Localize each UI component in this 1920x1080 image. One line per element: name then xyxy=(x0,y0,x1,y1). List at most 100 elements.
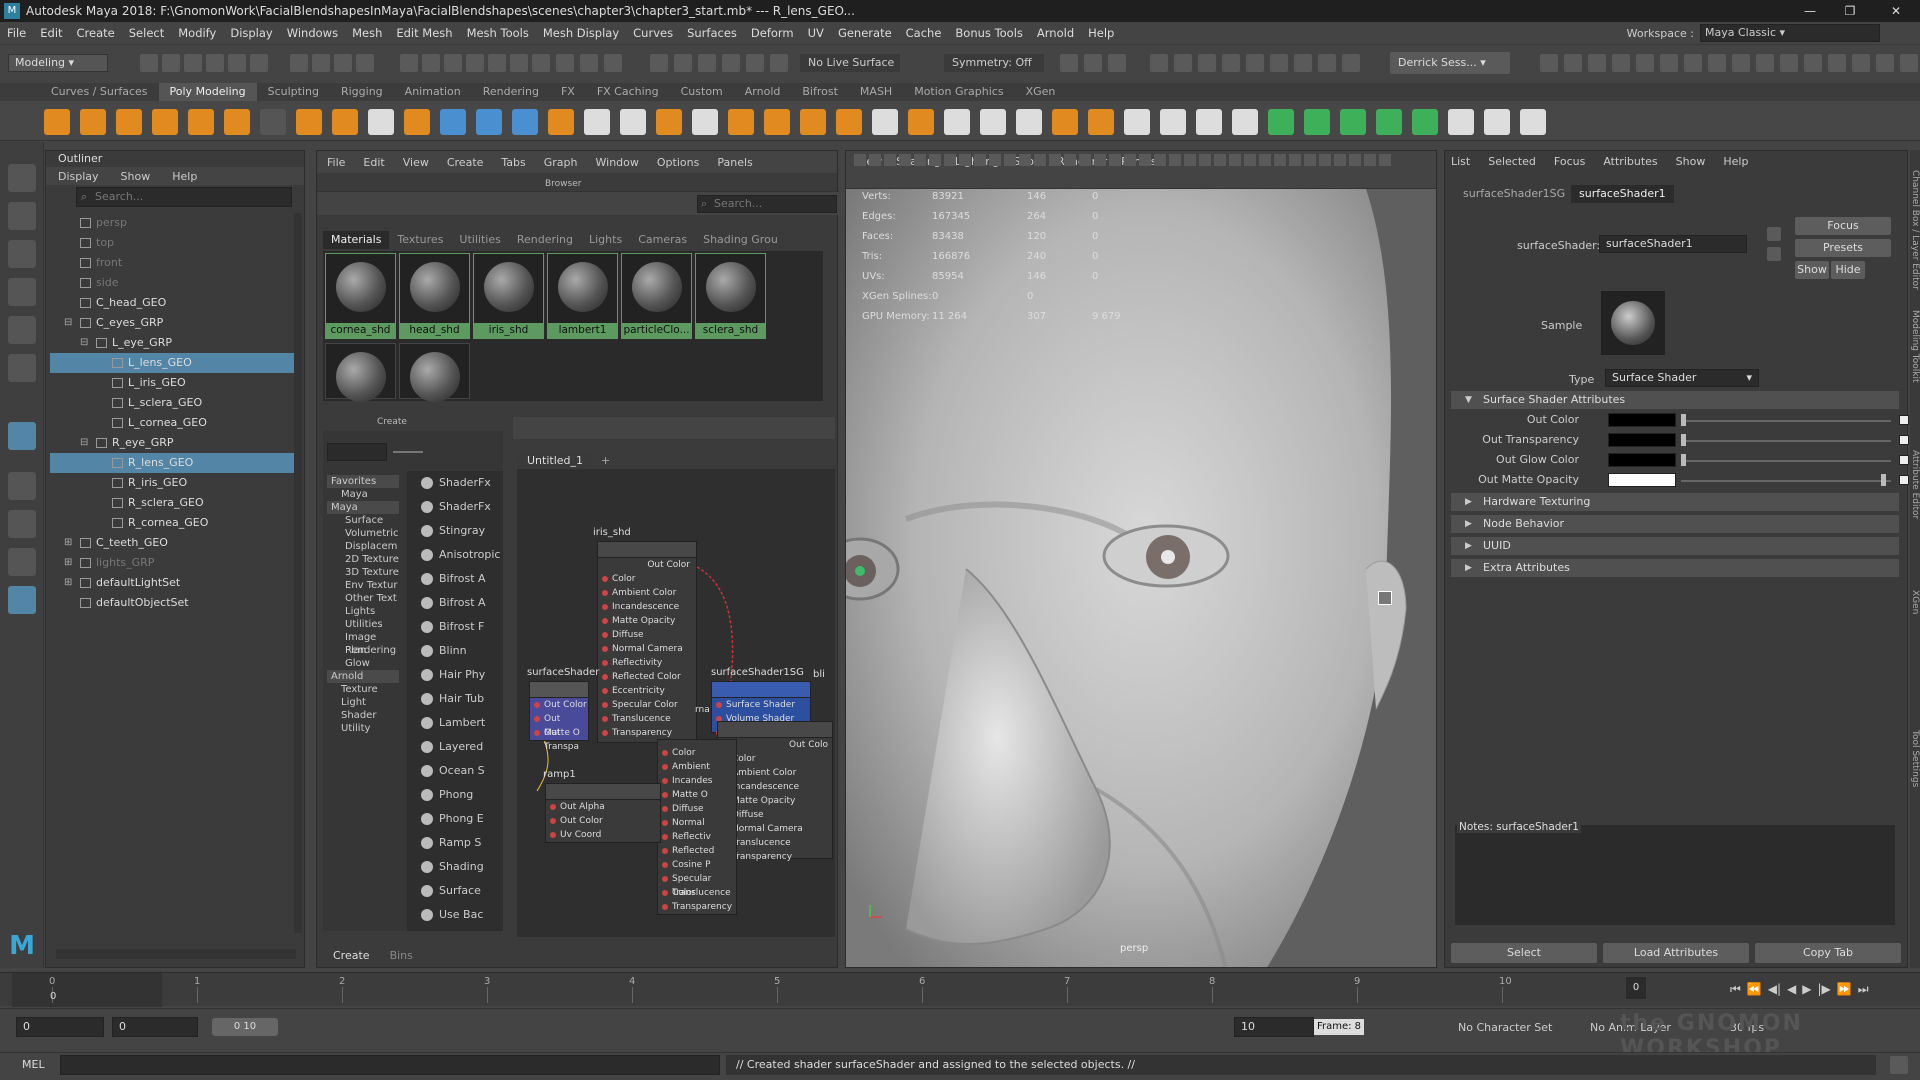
attr-slider-track[interactable] xyxy=(1681,440,1891,442)
focus-input-icon[interactable] xyxy=(1767,227,1781,241)
shelf-tool-icon[interactable] xyxy=(476,109,502,135)
node-attr-transparency[interactable]: Transparency xyxy=(658,900,736,914)
side-tab-tool-settings[interactable]: Tool Settings xyxy=(1908,730,1920,850)
shelf-tool-icon[interactable] xyxy=(188,109,214,135)
create-item-shaderfx[interactable]: ShaderFx xyxy=(421,495,491,519)
create-item-ocean-s[interactable]: Ocean S xyxy=(421,759,485,783)
shelf-tool-icon[interactable] xyxy=(800,109,826,135)
presets-button[interactable]: Presets xyxy=(1795,239,1891,257)
icon-size-slider[interactable] xyxy=(393,451,423,453)
status-tool-icon[interactable] xyxy=(228,54,246,72)
outliner-item-r-eye-grp[interactable]: ⊟ R_eye_GRP xyxy=(50,433,294,453)
viewport-tool-icon[interactable] xyxy=(1274,154,1286,166)
range-slider-handle[interactable]: 0 10 xyxy=(212,1018,278,1036)
status-tool-icon[interactable] xyxy=(556,54,574,72)
create-item-shading[interactable]: Shading xyxy=(421,855,484,879)
color-swatch[interactable] xyxy=(1608,433,1676,447)
shelf-tool-icon[interactable] xyxy=(1232,109,1258,135)
viewport-tool-icon[interactable] xyxy=(1154,154,1166,166)
shelf-tool-icon[interactable] xyxy=(764,109,790,135)
shelf-tool-icon[interactable] xyxy=(584,109,610,135)
attr-menu-attributes[interactable]: Attributes xyxy=(1603,155,1657,171)
node-attr-ambient-color[interactable]: Ambient Color xyxy=(598,586,696,600)
outliner-search-input[interactable]: ⌕ Search... xyxy=(76,187,292,207)
rotate-tool-icon[interactable] xyxy=(8,316,36,344)
menu-mesh-tools[interactable]: Mesh Tools xyxy=(460,26,536,40)
viewport-tool-icon[interactable] xyxy=(1244,154,1256,166)
node-attr-surface-shader[interactable]: Surface Shader xyxy=(712,698,810,712)
material-swatch-extra[interactable] xyxy=(399,343,470,402)
shelf-tool-icon[interactable] xyxy=(872,109,898,135)
animation-start-field[interactable]: 0 xyxy=(16,1017,104,1037)
menu-set-dropdown[interactable]: Modeling ▾ xyxy=(8,54,108,72)
outliner-item-l-sclera-geo[interactable]: L_sclera_GEO xyxy=(50,393,294,413)
outliner-item-r-sclera-geo[interactable]: R_sclera_GEO xyxy=(50,493,294,513)
node-attr-diffuse[interactable]: Diffuse xyxy=(598,628,696,642)
side-tab-channel-box-layer-editor[interactable]: Channel Box / Layer Editor xyxy=(1908,170,1920,290)
node-attr-specular-color[interactable]: Specular Color xyxy=(658,872,736,898)
shelf-tool-icon[interactable] xyxy=(1088,109,1114,135)
create-category-other-text[interactable]: Other Text xyxy=(327,592,399,605)
maximize-button[interactable]: ❐ xyxy=(1830,0,1870,22)
shelf-tool-icon[interactable] xyxy=(152,109,178,135)
status-tool-icon[interactable] xyxy=(206,54,224,72)
node-attr-color[interactable]: Color xyxy=(658,746,736,760)
move-tool-icon[interactable] xyxy=(8,278,36,306)
node-attr-out-transpa[interactable]: Out Transpa xyxy=(530,726,588,752)
shelf-tool-icon[interactable] xyxy=(1340,109,1366,135)
side-tab-attribute-editor[interactable]: Attribute Editor xyxy=(1908,450,1920,570)
status-tool-icon[interactable] xyxy=(1708,54,1726,72)
shelf-tool-icon[interactable] xyxy=(1448,109,1474,135)
create-category-maya[interactable]: Maya xyxy=(327,501,399,514)
create-category-displacem[interactable]: Displacem xyxy=(327,540,399,553)
hypershade-menu-panels[interactable]: Panels xyxy=(717,156,752,169)
viewport-tool-icon[interactable] xyxy=(884,154,896,166)
hypershade-menu-window[interactable]: Window xyxy=(596,156,639,169)
show-button[interactable]: Show xyxy=(1795,261,1829,279)
material-swatch-lambert1[interactable]: lambert1 xyxy=(547,253,618,339)
create-category-volumetric[interactable]: Volumetric xyxy=(327,527,399,540)
status-tool-icon[interactable] xyxy=(604,54,622,72)
viewport-tool-icon[interactable] xyxy=(1079,154,1091,166)
attr-slider-track[interactable] xyxy=(1681,460,1891,462)
shelf-tab-xgen[interactable]: XGen xyxy=(1015,83,1067,101)
outliner-item-l-eye-grp[interactable]: ⊟ L_eye_GRP xyxy=(50,333,294,353)
status-tool-icon[interactable] xyxy=(580,54,598,72)
shelf-tool-icon[interactable] xyxy=(80,109,106,135)
outliner-item-side[interactable]: side xyxy=(50,273,294,293)
viewport-tool-icon[interactable] xyxy=(1139,154,1151,166)
status-tool-icon[interactable] xyxy=(650,54,668,72)
create-item-phong[interactable]: Phong xyxy=(421,783,473,807)
menu-display[interactable]: Display xyxy=(223,26,279,40)
shelf-tool-icon[interactable] xyxy=(728,109,754,135)
node-attr-eccentricity[interactable]: Eccentricity xyxy=(598,684,696,698)
four-pane-layout-icon[interactable] xyxy=(8,510,36,538)
hypershade-menu-tabs[interactable]: Tabs xyxy=(501,156,525,169)
color-swatch[interactable] xyxy=(1608,473,1676,487)
status-tool-icon[interactable] xyxy=(746,54,764,72)
shelf-tab-fx-caching[interactable]: FX Caching xyxy=(586,83,670,101)
status-tool-icon[interactable] xyxy=(1900,54,1918,72)
viewport-tool-icon[interactable] xyxy=(1019,154,1031,166)
status-tool-icon[interactable] xyxy=(674,54,692,72)
menu-edit-mesh[interactable]: Edit Mesh xyxy=(389,26,459,40)
attr-slider-knob[interactable] xyxy=(1681,434,1686,446)
expand-icon[interactable]: ⊞ xyxy=(64,573,72,593)
shelf-tool-icon[interactable] xyxy=(1520,109,1546,135)
status-tool-icon[interactable] xyxy=(250,54,268,72)
outliner-item-lights-grp[interactable]: ⊞ lights_GRP xyxy=(50,553,294,573)
bottom-tab-bins[interactable]: Bins xyxy=(380,949,423,962)
node-attr-out-color[interactable]: Out Color xyxy=(546,814,660,828)
minimize-button[interactable]: — xyxy=(1790,0,1830,22)
status-tool-icon[interactable] xyxy=(1540,54,1558,72)
create-item-bifrost-f[interactable]: Bifrost F xyxy=(421,615,484,639)
shelf-tool-icon[interactable] xyxy=(1412,109,1438,135)
viewport-tool-icon[interactable] xyxy=(1064,154,1076,166)
node-attr-matte-o[interactable]: Matte O xyxy=(658,788,736,802)
hypershade-menu-create[interactable]: Create xyxy=(447,156,484,169)
outliner-menu-show[interactable]: Show xyxy=(121,170,151,183)
node-attr-color[interactable]: Color xyxy=(598,572,696,586)
create-category-rendering[interactable]: Rendering xyxy=(327,644,399,657)
go-to-end-icon[interactable]: ⏭ xyxy=(1858,982,1869,997)
hypershade-menu-edit[interactable]: Edit xyxy=(363,156,384,169)
